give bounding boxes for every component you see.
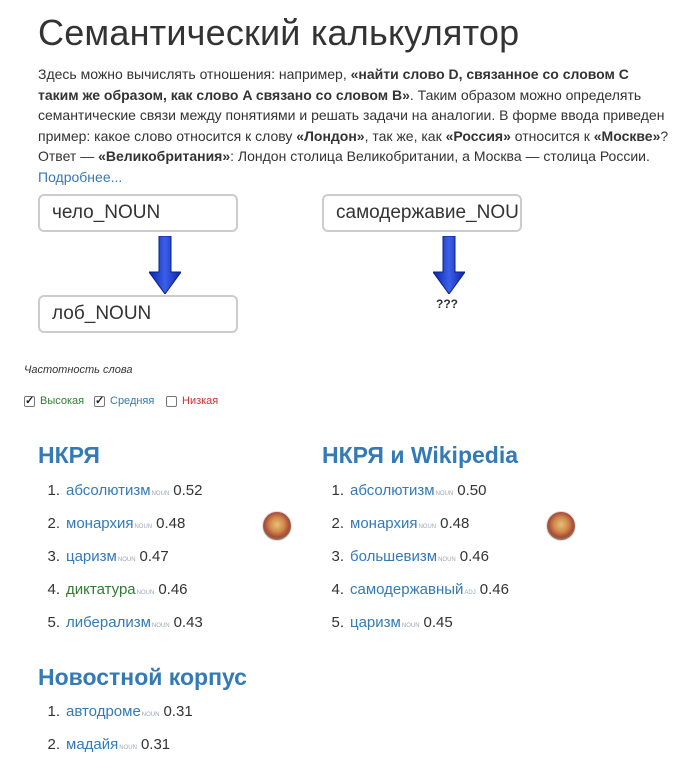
list-item: 4. самодержавный ADJ 0.46 <box>322 581 509 614</box>
list-item: 3. большевизм NOUN 0.46 <box>322 548 509 581</box>
result-word-link[interactable]: диктатура <box>66 581 136 598</box>
frequency-high[interactable]: Высокая <box>24 394 85 407</box>
description-text: Здесь можно вычислять отношения: наприме… <box>38 66 351 82</box>
frequency-medium[interactable]: Средняя <box>94 394 155 407</box>
pos-tag: NOUN <box>418 524 437 530</box>
similarity-score: 0.47 <box>139 548 169 565</box>
item-number: 5. <box>331 614 344 631</box>
similarity-score: 0.50 <box>457 482 487 499</box>
pos-tag: NOUN <box>151 491 170 497</box>
result-word-link[interactable]: большевизм <box>350 548 437 565</box>
similarity-score: 0.48 <box>440 515 470 532</box>
list-item: 2. мадайя NOUN 0.31 <box>38 736 193 769</box>
pos-tag: NOUN <box>141 712 160 718</box>
similarity-score: 0.31 <box>140 736 171 753</box>
item-number: 5. <box>47 614 60 631</box>
result-word-link[interactable]: автодроме <box>66 703 141 720</box>
result-word-link[interactable]: царизм <box>350 614 401 631</box>
similarity-score: 0.52 <box>173 482 203 499</box>
item-number: 2. <box>47 515 60 532</box>
description-text: относится к <box>510 127 594 144</box>
result-placeholder: ??? <box>436 297 458 311</box>
pos-tag: NOUN <box>151 623 170 629</box>
description-bold: «Москве» <box>593 127 661 144</box>
frequency-medium-label: Средняя <box>110 395 155 407</box>
similarity-score: 0.31 <box>163 703 193 720</box>
similarity-score: 0.43 <box>173 614 203 631</box>
description-text: : Лондон столица Великобритании, а Москв… <box>230 148 650 164</box>
word-b-input[interactable]: лоб_NOUN <box>38 295 238 333</box>
similarity-score: 0.46 <box>459 548 489 565</box>
illustration-thumbnail[interactable] <box>546 511 576 541</box>
item-number: 4. <box>331 581 344 598</box>
description-bold: «Великобритания» <box>98 148 231 164</box>
page-title: Семантический калькулятор <box>38 12 520 53</box>
result-word-link[interactable]: абсолютизм <box>66 482 151 499</box>
list-item: 5. царизм NOUN 0.45 <box>322 614 509 647</box>
description: Здесь можно вычислять отношения: наприме… <box>38 64 670 187</box>
item-number: 2. <box>331 515 344 532</box>
illustration-thumbnail[interactable] <box>262 511 292 541</box>
result-word-link[interactable]: царизм <box>66 548 117 565</box>
result-word-link[interactable]: абсолютизм <box>350 482 435 499</box>
word-a-input[interactable]: чело_NOUN <box>38 194 238 232</box>
list-item: 1. абсолютизм NOUN 0.50 <box>322 482 509 515</box>
pos-tag: NOUN <box>136 590 155 596</box>
pos-tag: NOUN <box>119 745 137 751</box>
description-bold: «Лондон» <box>296 127 365 144</box>
frequency-label: Частотность слова <box>24 364 133 376</box>
description-text: , так же, как <box>364 127 446 144</box>
frequency-low-label: Низкая <box>182 395 219 407</box>
list-item: 3. царизм NOUN 0.47 <box>38 548 203 581</box>
item-number: 4. <box>47 581 60 598</box>
result-list-nkrya-wikipedia: 1. абсолютизм NOUN 0.50 2. монархия NOUN 0.48 … <box>322 482 509 647</box>
more-link[interactable]: Подробнее... <box>38 169 122 185</box>
frequency-low[interactable]: Низкая <box>166 395 218 407</box>
item-number: 1. <box>47 482 60 499</box>
result-word-link[interactable]: монархия <box>350 515 417 532</box>
item-number: 1. <box>47 703 60 720</box>
pos-tag: NOUN <box>401 623 420 629</box>
item-number: 3. <box>47 548 60 565</box>
section-title-nkrya-wikipedia: НКРЯ и Wikipedia <box>322 442 519 468</box>
similarity-score: 0.46 <box>158 581 188 598</box>
list-item: 2. монархия NOUN 0.48 <box>38 515 203 548</box>
list-item: 2. монархия NOUN 0.48 <box>322 515 509 548</box>
arrow-down-icon <box>433 236 465 294</box>
result-word-link[interactable]: монархия <box>66 515 133 532</box>
arrow-down-icon <box>149 236 181 294</box>
result-word-link[interactable]: мадайя <box>66 736 118 753</box>
frequency-high-label: Высокая <box>40 395 85 407</box>
frequency-medium-checkbox[interactable] <box>94 394 105 407</box>
description-bold: «Россия» <box>445 127 511 144</box>
section-title-news: Новостной корпус <box>38 664 247 690</box>
item-number: 1. <box>331 482 344 499</box>
frequency-high-checkbox[interactable] <box>24 394 35 407</box>
list-item: 1. автодроме NOUN 0.31 <box>38 703 193 736</box>
word-c-input[interactable]: самодержавие_NOUN <box>322 194 522 232</box>
pos-tag: NOUN <box>134 524 153 530</box>
section-title-nkrya: НКРЯ <box>38 442 100 468</box>
result-list-news: 1. автодроме NOUN 0.31 2. мадайя NOUN 0.31 <box>38 703 193 769</box>
list-item: 5. либерализм NOUN 0.43 <box>38 614 203 647</box>
similarity-score: 0.48 <box>156 515 186 532</box>
pos-tag: NOUN <box>435 491 454 497</box>
item-number: 3. <box>331 548 344 565</box>
pos-tag: NOUN <box>438 557 456 563</box>
result-word-link[interactable]: либерализм <box>66 614 151 631</box>
list-item: 1. абсолютизм NOUN 0.52 <box>38 482 203 515</box>
frequency-low-checkbox[interactable] <box>166 395 177 407</box>
similarity-score: 0.45 <box>423 614 453 631</box>
similarity-score: 0.46 <box>479 581 509 598</box>
pos-tag: NOUN <box>117 557 136 563</box>
pos-tag: ADJ <box>464 590 476 596</box>
result-list-nkrya: 1. абсолютизм NOUN 0.52 2. монархия NOUN 0.48 … <box>38 482 203 647</box>
item-number: 2. <box>47 736 60 753</box>
result-word-link[interactable]: самодержавный <box>350 581 463 598</box>
list-item: 4. диктатура NOUN 0.46 <box>38 581 203 614</box>
